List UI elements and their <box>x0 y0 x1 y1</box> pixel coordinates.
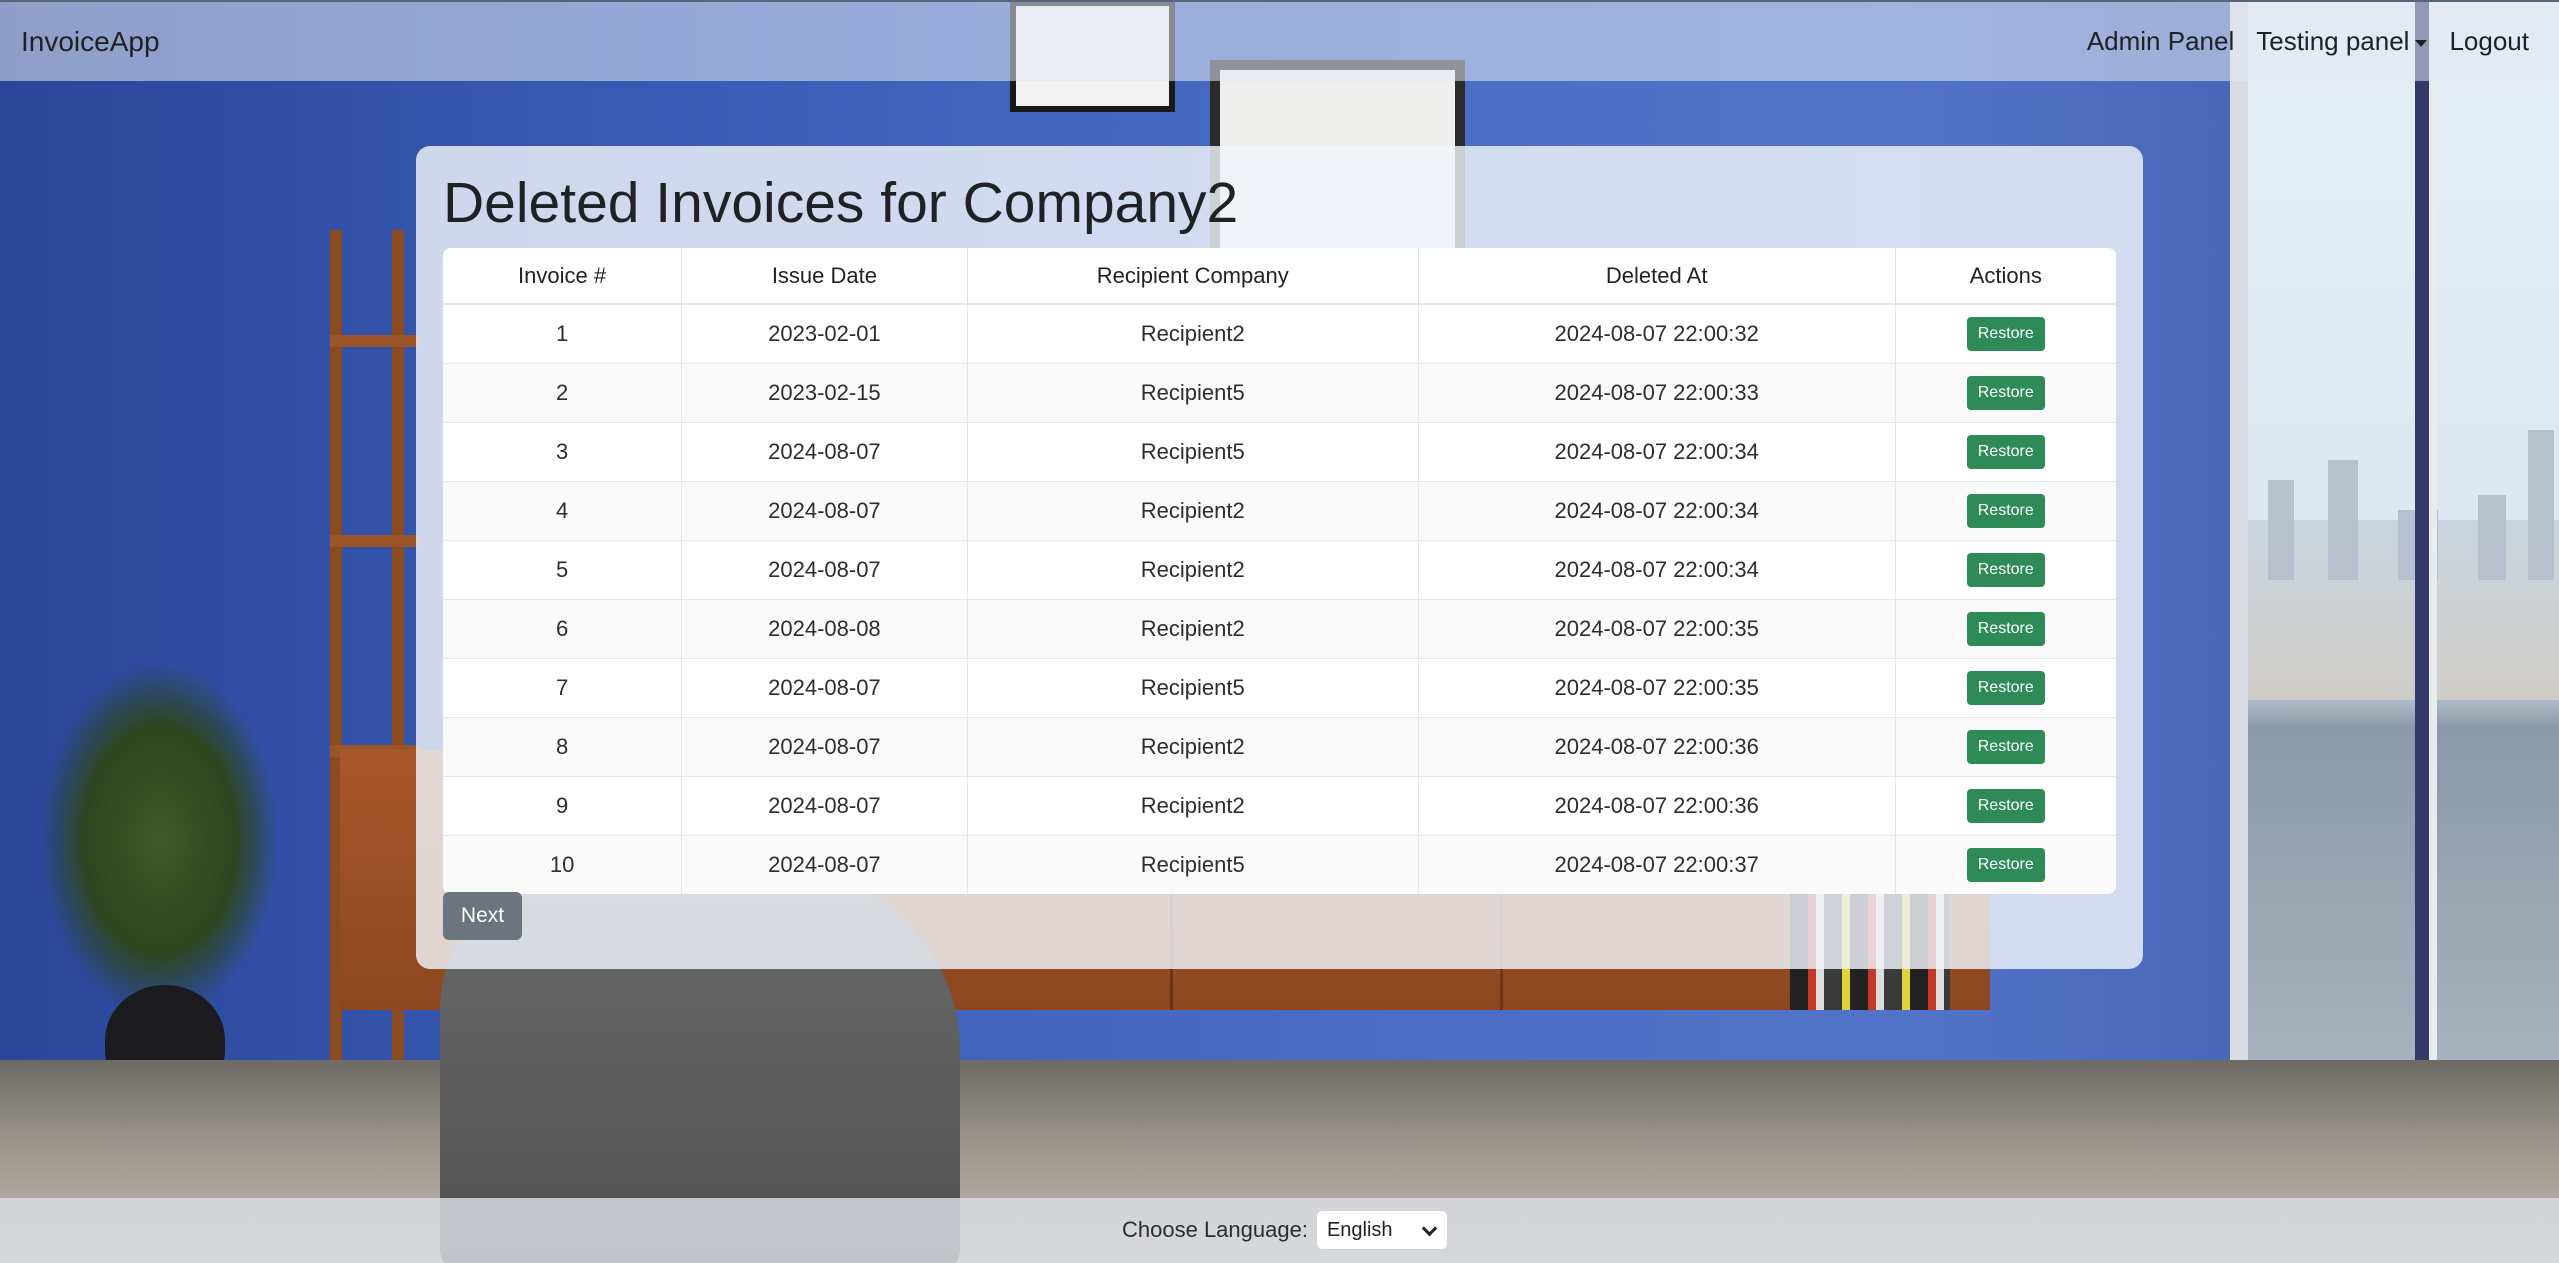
footer: Choose Language: English <box>0 1198 2559 1263</box>
restore-button[interactable]: Restore <box>1966 612 2045 646</box>
cell-invoice-number: 1 <box>443 304 683 364</box>
cell-actions: Restore <box>1895 304 2116 364</box>
restore-button[interactable]: Restore <box>1966 435 2045 469</box>
table-row: 2 2023-02-15 Recipient5 2024-08-07 22:00:33… <box>443 363 2116 423</box>
cell-issue-date: 2023-02-01 <box>681 304 968 364</box>
cell-issue-date: 2024-08-07 <box>681 776 968 836</box>
language-selected-value: English <box>1326 1218 1393 1241</box>
restore-button[interactable]: Restore <box>1966 317 2045 351</box>
logout-link[interactable]: Logout <box>2449 26 2529 57</box>
top-navbar: InvoiceApp Admin Panel Testing panel Log… <box>0 0 2559 81</box>
cell-actions: Restore <box>1895 717 2116 777</box>
cell-deleted-at: 2024-08-07 22:00:36 <box>1418 776 1896 836</box>
testing-panel-dropdown[interactable]: Testing panel <box>2256 26 2428 57</box>
restore-button[interactable]: Restore <box>1966 789 2045 823</box>
cell-actions: Restore <box>1895 658 2116 718</box>
table-row: 7 2024-08-07 Recipient5 2024-08-07 22:00:35… <box>443 658 2116 718</box>
cell-deleted-at: 2024-08-07 22:00:34 <box>1418 540 1896 600</box>
cell-actions: Restore <box>1895 363 2116 423</box>
page-title: Deleted Invoices for Company2 <box>443 171 1239 235</box>
admin-panel-link[interactable]: Admin Panel <box>2087 26 2234 57</box>
cell-recipient-company: Recipient2 <box>967 717 1419 777</box>
language-label: Choose Language: <box>1122 1217 1308 1242</box>
deleted-invoices-card: Deleted Invoices for Company2 Invoice # … <box>416 146 2143 969</box>
table-row: 10 2024-08-07 Recipient5 2024-08-07 22:00:3… <box>443 835 2116 894</box>
language-chooser: Choose Language: English <box>1122 1210 1448 1250</box>
cell-recipient-company: Recipient2 <box>967 776 1419 836</box>
cell-deleted-at: 2024-08-07 22:00:36 <box>1418 717 1896 777</box>
cell-invoice-number: 8 <box>443 717 683 777</box>
invoices-table-container: Invoice # Issue Date Recipient Company D… <box>443 248 2116 894</box>
cell-deleted-at: 2024-08-07 22:00:32 <box>1418 304 1896 364</box>
next-page-button[interactable]: Next <box>443 892 522 940</box>
cell-recipient-company: Recipient2 <box>967 481 1419 541</box>
cell-issue-date: 2024-08-07 <box>681 481 968 541</box>
table-row: 3 2024-08-07 Recipient5 2024-08-07 22:00:34… <box>443 422 2116 482</box>
header-invoice-number: Invoice # <box>443 248 683 305</box>
cell-recipient-company: Recipient5 <box>967 363 1419 423</box>
window-view <box>2230 0 2559 1100</box>
chevron-down-icon <box>1421 1220 1438 1237</box>
cell-actions: Restore <box>1895 599 2116 659</box>
table-row: 6 2024-08-08 Recipient2 2024-08-07 22:00:35… <box>443 599 2116 659</box>
restore-button[interactable]: Restore <box>1966 848 2045 882</box>
header-recipient-company: Recipient Company <box>967 248 1419 305</box>
header-actions: Actions <box>1895 248 2116 305</box>
cell-recipient-company: Recipient2 <box>967 540 1419 600</box>
cell-recipient-company: Recipient5 <box>967 835 1419 894</box>
brand-logo-link[interactable]: InvoiceApp <box>21 26 160 58</box>
cell-recipient-company: Recipient5 <box>967 422 1419 482</box>
cell-recipient-company: Recipient2 <box>967 599 1419 659</box>
cell-deleted-at: 2024-08-07 22:00:35 <box>1418 599 1896 659</box>
cell-issue-date: 2024-08-08 <box>681 599 968 659</box>
cell-invoice-number: 9 <box>443 776 683 836</box>
cell-deleted-at: 2024-08-07 22:00:34 <box>1418 481 1896 541</box>
cell-actions: Restore <box>1895 835 2116 894</box>
table-row: 9 2024-08-07 Recipient2 2024-08-07 22:00:36… <box>443 776 2116 836</box>
cell-deleted-at: 2024-08-07 22:00:35 <box>1418 658 1896 718</box>
cell-invoice-number: 5 <box>443 540 683 600</box>
cell-deleted-at: 2024-08-07 22:00:34 <box>1418 422 1896 482</box>
cell-issue-date: 2024-08-07 <box>681 717 968 777</box>
cell-recipient-company: Recipient5 <box>967 658 1419 718</box>
cell-issue-date: 2024-08-07 <box>681 835 968 894</box>
cell-issue-date: 2024-08-07 <box>681 658 968 718</box>
cell-deleted-at: 2024-08-07 22:00:33 <box>1418 363 1896 423</box>
table-row: 8 2024-08-07 Recipient2 2024-08-07 22:00:36… <box>443 717 2116 777</box>
deleted-invoices-table: Invoice # Issue Date Recipient Company D… <box>443 248 2116 894</box>
restore-button[interactable]: Restore <box>1966 671 2045 705</box>
cell-deleted-at: 2024-08-07 22:00:37 <box>1418 835 1896 894</box>
table-header-row: Invoice # Issue Date Recipient Company D… <box>443 248 2116 305</box>
header-issue-date: Issue Date <box>681 248 968 305</box>
testing-panel-label: Testing panel <box>2256 26 2410 56</box>
nav-links: Admin Panel Testing panel Logout <box>2087 26 2529 57</box>
cell-recipient-company: Recipient2 <box>967 304 1419 364</box>
cell-invoice-number: 2 <box>443 363 683 423</box>
cell-actions: Restore <box>1895 422 2116 482</box>
restore-button[interactable]: Restore <box>1966 730 2045 764</box>
language-select[interactable]: English <box>1315 1210 1448 1250</box>
header-deleted-at: Deleted At <box>1418 248 1896 305</box>
restore-button[interactable]: Restore <box>1966 494 2045 528</box>
caret-down-icon <box>2415 39 2428 47</box>
table-body: 1 2023-02-01 Recipient2 2024-08-07 22:00:32… <box>443 304 2116 894</box>
cell-issue-date: 2023-02-15 <box>681 363 968 423</box>
cell-issue-date: 2024-08-07 <box>681 422 968 482</box>
cell-actions: Restore <box>1895 481 2116 541</box>
cell-actions: Restore <box>1895 540 2116 600</box>
cell-issue-date: 2024-08-07 <box>681 540 968 600</box>
cell-invoice-number: 3 <box>443 422 683 482</box>
table-row: 1 2023-02-01 Recipient2 2024-08-07 22:00:32… <box>443 304 2116 364</box>
cell-invoice-number: 6 <box>443 599 683 659</box>
cell-actions: Restore <box>1895 776 2116 836</box>
restore-button[interactable]: Restore <box>1966 553 2045 587</box>
table-row: 5 2024-08-07 Recipient2 2024-08-07 22:00:34… <box>443 540 2116 600</box>
cell-invoice-number: 4 <box>443 481 683 541</box>
table-row: 4 2024-08-07 Recipient2 2024-08-07 22:00:34… <box>443 481 2116 541</box>
cell-invoice-number: 7 <box>443 658 683 718</box>
restore-button[interactable]: Restore <box>1966 376 2045 410</box>
cell-invoice-number: 10 <box>443 835 683 894</box>
